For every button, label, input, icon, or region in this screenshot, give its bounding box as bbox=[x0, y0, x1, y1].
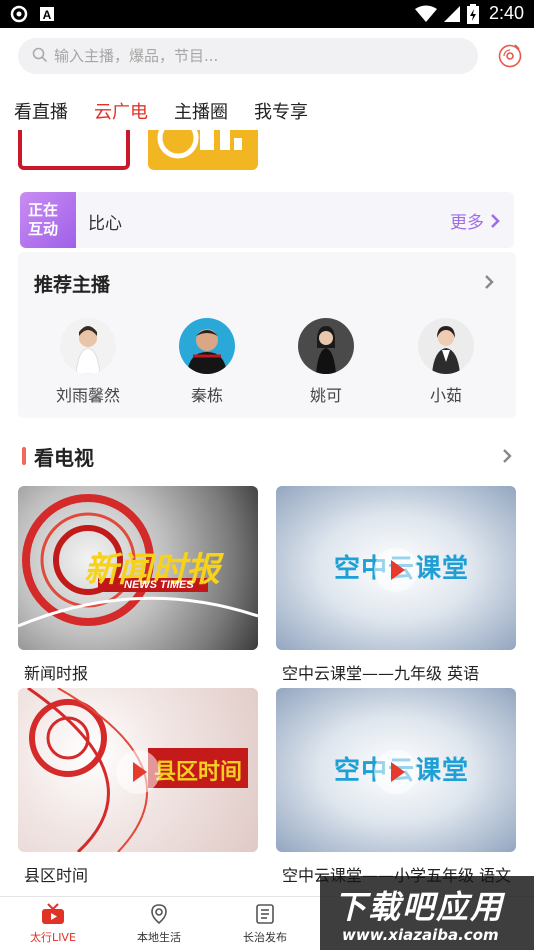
clock: 2:40 bbox=[488, 3, 524, 23]
program-title: 新闻时报 bbox=[24, 664, 89, 683]
live-interaction-strip[interactable]: 正在 互动 比心 更多 bbox=[20, 192, 514, 248]
more-button[interactable]: 更多 bbox=[450, 208, 500, 233]
status-bar: A 2:40 bbox=[0, 0, 534, 28]
sync-icon bbox=[10, 5, 28, 23]
interaction-name: 比心 bbox=[88, 214, 122, 234]
interacting-badge: 正在 互动 bbox=[20, 192, 76, 248]
program-thumbnail: 新闻时报 NEWS TIMES bbox=[18, 486, 258, 650]
nav-label: 太行LIVE bbox=[30, 931, 76, 944]
wifi-icon bbox=[414, 5, 437, 22]
badge-line-2: 互动 bbox=[28, 220, 59, 238]
anchor-item[interactable]: 刘雨馨然 bbox=[38, 318, 138, 406]
anchor-item[interactable]: 姚可 bbox=[276, 318, 376, 406]
nav-local-life[interactable]: 本地生活 bbox=[106, 903, 212, 945]
radio-logo-icon bbox=[157, 130, 242, 159]
svg-text:A: A bbox=[43, 8, 52, 22]
watermark: 下载吧应用 www.xiazaiba.com bbox=[320, 876, 534, 950]
tab-watch-live[interactable]: 看直播 bbox=[14, 98, 68, 124]
channel-logo-yellow[interactable] bbox=[148, 130, 258, 170]
location-pin-icon bbox=[151, 904, 167, 925]
thumbnail-title: 县区时间 bbox=[154, 760, 243, 785]
tv-program-card[interactable]: 空中云课堂 空中云课堂——九年级 英语 bbox=[276, 486, 516, 684]
search-row bbox=[18, 38, 534, 74]
channel-banners bbox=[0, 130, 534, 180]
battery-icon bbox=[466, 3, 479, 24]
section-accent-bar bbox=[22, 447, 26, 465]
channel-logo-red[interactable] bbox=[18, 130, 130, 170]
avatar bbox=[298, 318, 354, 374]
watch-tv-header: 看电视 bbox=[20, 442, 514, 472]
section-title: 推荐主播 bbox=[34, 274, 111, 296]
watermark-url: www.xiazaiba.com bbox=[342, 926, 499, 944]
avatar bbox=[179, 318, 235, 374]
avatar bbox=[418, 318, 474, 374]
search-box[interactable] bbox=[18, 38, 478, 74]
program-title: 空中云课堂——九年级 英语 bbox=[282, 664, 480, 683]
nav-changzhi-release[interactable]: 长治发布 bbox=[212, 903, 318, 945]
program-thumbnail: 空中云课堂 bbox=[276, 688, 516, 852]
nav-label: 长治发布 bbox=[243, 931, 287, 944]
play-icon[interactable] bbox=[116, 750, 160, 794]
search-icon bbox=[32, 47, 48, 63]
anchor-name: 姚可 bbox=[309, 386, 342, 405]
tv-program-card[interactable]: 空中云课堂 空中云课堂——小学五年级 语文 bbox=[276, 688, 516, 886]
chevron-right-icon[interactable] bbox=[502, 448, 512, 464]
program-thumbnail: 县区时间 bbox=[18, 688, 258, 852]
avatar bbox=[60, 318, 116, 374]
tab-anchor-circle[interactable]: 主播圈 bbox=[174, 98, 228, 124]
signal-icon bbox=[443, 5, 460, 22]
tab-exclusive[interactable]: 我专享 bbox=[254, 98, 308, 124]
anchor-item[interactable]: 秦栋 bbox=[157, 318, 257, 406]
nav-label: 本地生活 bbox=[137, 931, 181, 944]
program-thumbnail: 空中云课堂 bbox=[276, 486, 516, 650]
tab-cloud-broadcast[interactable]: 云广电 bbox=[94, 98, 148, 124]
notification-a-icon: A bbox=[40, 7, 54, 22]
play-icon[interactable] bbox=[374, 750, 418, 794]
watermark-title: 下载吧应用 bbox=[334, 888, 505, 926]
program-title: 县区时间 bbox=[24, 866, 89, 885]
chevron-right-icon bbox=[491, 213, 500, 228]
tv-program-card[interactable]: 新闻时报 NEWS TIMES 新闻时报 bbox=[18, 486, 258, 684]
anchor-name: 秦栋 bbox=[190, 386, 223, 405]
music-disc-icon[interactable] bbox=[496, 42, 524, 70]
recommended-anchors-panel: 推荐主播 刘雨馨然 秦栋 姚可 小茹 bbox=[18, 252, 516, 418]
chevron-right-icon[interactable] bbox=[484, 274, 494, 290]
thumbnail-subtitle: NEWS TIMES bbox=[124, 579, 194, 591]
anchor-name: 刘雨馨然 bbox=[55, 386, 120, 405]
tv-program-card[interactable]: 县区时间 县区时间 bbox=[18, 688, 258, 886]
anchor-item[interactable]: 小茹 bbox=[396, 318, 496, 406]
nav-taihang-live[interactable]: 太行LIVE bbox=[0, 903, 106, 945]
badge-line-1: 正在 bbox=[28, 201, 59, 219]
more-label: 更多 bbox=[450, 213, 484, 233]
document-list-icon bbox=[256, 904, 274, 924]
tv-icon bbox=[42, 903, 64, 924]
anchor-name: 小茹 bbox=[429, 386, 462, 405]
category-tabs: 看直播 云广电 主播圈 我专享 bbox=[0, 94, 534, 130]
search-input[interactable] bbox=[54, 38, 464, 74]
section-title: 看电视 bbox=[34, 446, 94, 470]
play-icon[interactable] bbox=[374, 548, 418, 592]
